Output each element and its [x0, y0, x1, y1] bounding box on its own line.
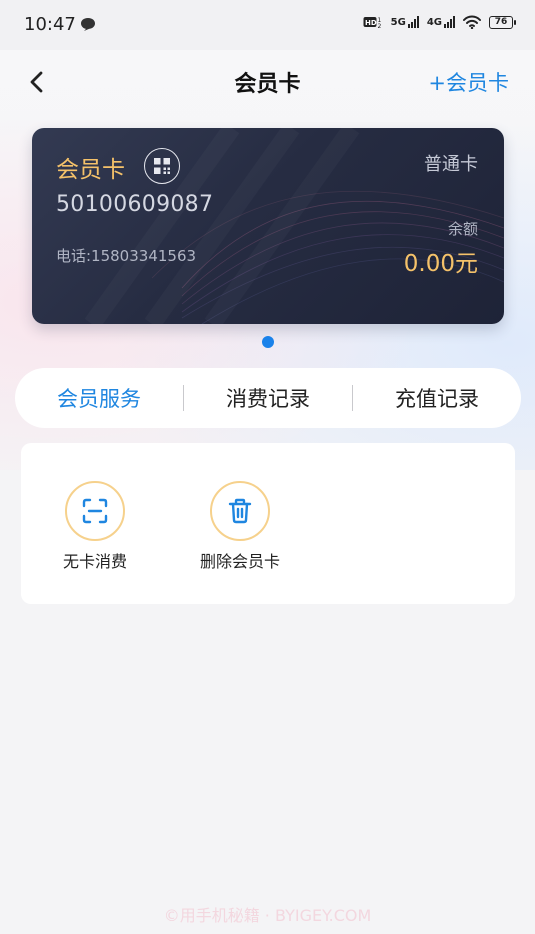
balance-label: 余额: [447, 220, 478, 238]
hd-icon: HD 1 2: [363, 17, 381, 29]
signal-4g: 4G: [427, 16, 455, 28]
member-card[interactable]: 会员卡 普通卡 50100609087 电话:15803341563 余额 0.…: [32, 128, 504, 324]
delete-card-label: 删除会员卡: [199, 552, 280, 571]
carousel-indicator: [262, 336, 274, 348]
status-bar: 10:47 HD 1 2 5G 4G 76: [0, 0, 535, 50]
cardless-payment-label: 无卡消费: [62, 552, 127, 571]
signal-bars-icon: [407, 16, 419, 28]
nav-header: 会员卡 +会员卡: [0, 50, 535, 114]
delete-card-icon-wrap: [210, 481, 270, 541]
card-title: 会员卡: [56, 157, 125, 183]
battery-icon: 76: [489, 15, 516, 29]
add-card-button[interactable]: +会员卡: [428, 67, 509, 97]
qr-code-glyph-icon: [154, 158, 170, 174]
delete-card-button[interactable]: 删除会员卡: [180, 481, 300, 572]
card-number: 50100609087: [56, 192, 214, 217]
qr-code-icon[interactable]: [144, 148, 180, 184]
svg-text:HD: HD: [365, 19, 377, 27]
signal-5g: 5G: [391, 16, 419, 28]
card-type-label: 普通卡: [424, 154, 478, 175]
balance-value: 0.00元: [403, 251, 478, 277]
watermark: ©用手机秘籍 · BYIGEY.COM: [163, 906, 372, 925]
cardless-payment-icon-wrap: [65, 481, 125, 541]
wifi-icon: [463, 15, 481, 29]
tab-recharge-records[interactable]: 充值记录: [353, 383, 521, 413]
cardless-payment-button[interactable]: 无卡消费: [35, 481, 155, 572]
trash-icon: [228, 498, 252, 524]
status-indicators: HD 1 2 5G 4G 76: [363, 15, 516, 29]
message-icon: [81, 18, 95, 31]
card-phone: 电话:15803341563: [56, 247, 197, 265]
tab-consumption-records[interactable]: 消费记录: [184, 383, 352, 413]
status-time: 10:47: [24, 14, 76, 35]
tab-member-services[interactable]: 会员服务: [15, 383, 183, 413]
tab-bar: 会员服务 消费记录 充值记录: [15, 368, 521, 428]
svg-text:2: 2: [377, 23, 381, 29]
scan-icon: [82, 498, 108, 524]
signal-bars-icon: [444, 16, 455, 28]
services-panel: 无卡消费 删除会员卡: [21, 443, 515, 604]
